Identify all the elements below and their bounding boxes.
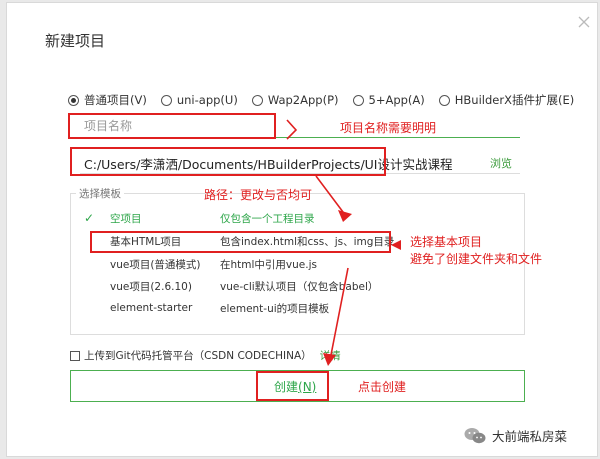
wechat-icon (464, 427, 486, 443)
template-name: vue项目(2.6.10) (110, 280, 192, 293)
radio-5plus-app[interactable]: 5+App(A) (352, 92, 425, 108)
git-upload-option[interactable]: 上传到Git代码托管平台（CSDN CODECHINA） 详情 (70, 348, 341, 363)
annotation-name-hint: 项目名称需要明明 (340, 121, 437, 135)
template-item-vue-cli[interactable]: vue项目(2.6.10) vue-cli默认项目（仅包含babel） (84, 276, 514, 296)
radio-label: Wap2App(P) (267, 93, 339, 107)
radio-normal-project[interactable]: 普通项目(V) (68, 92, 147, 108)
dialog-title: 新建项目 (45, 32, 106, 50)
template-legend: 选择模板 (76, 186, 124, 201)
radio-label: HBuilderX插件扩展(E) (454, 93, 575, 107)
template-desc: 仅包含一个工程目录 (220, 212, 315, 225)
radio-plugin-extension[interactable]: HBuilderX插件扩展(E) (438, 92, 575, 108)
radio-circle (352, 94, 364, 106)
radio-circle (251, 94, 263, 106)
highlight-box-template (90, 231, 391, 253)
git-label: 上传到Git代码托管平台（CSDN CODECHINA） (84, 350, 312, 362)
template-item-empty[interactable]: ✓ 空项目 仅包含一个工程目录 (84, 208, 514, 228)
template-desc: element-ui的项目模板 (220, 302, 330, 315)
annotation-path-hint: 路径：更改与否均可 (204, 188, 313, 202)
template-name: 空项目 (110, 212, 142, 225)
template-name: vue项目(普通模式) (110, 258, 201, 271)
git-details-link[interactable]: 详情 (320, 348, 341, 363)
template-desc: vue-cli默认项目（仅包含babel） (220, 280, 379, 293)
watermark-text: 大前端私房菜 (492, 429, 568, 444)
highlight-box-path (70, 147, 386, 176)
close-icon[interactable] (577, 15, 591, 29)
radio-circle (438, 94, 450, 106)
radio-uni-app[interactable]: uni-app(U) (160, 92, 238, 108)
git-checkbox[interactable] (70, 350, 80, 361)
radio-label: 普通项目(V) (84, 93, 147, 107)
radio-wap2app[interactable]: Wap2App(P) (251, 92, 339, 108)
check-icon: ✓ (84, 211, 95, 225)
annotation-template-hint-2: 避免了创建文件夹和文件 (410, 252, 543, 266)
radio-circle (68, 94, 79, 106)
radio-circle (160, 94, 172, 106)
annotation-template-hint-1: 选择基本项目 (410, 235, 483, 249)
highlight-box-create (256, 371, 329, 401)
template-name: element-starter (110, 302, 193, 314)
radio-label: uni-app(U) (176, 93, 238, 107)
template-item-element-starter[interactable]: element-starter element-ui的项目模板 (84, 298, 514, 318)
annotation-create-hint: 点击创建 (358, 380, 407, 394)
template-desc: 在html中引用vue.js (220, 258, 317, 271)
browse-button[interactable]: 浏览 (490, 155, 512, 171)
watermark: 大前端私房菜 (464, 426, 567, 445)
project-type-group: 普通项目(V) uni-app(U) Wap2App(P) 5+App(A) H… (68, 92, 588, 108)
radio-label: 5+App(A) (368, 93, 425, 107)
highlight-box-name (68, 113, 276, 139)
